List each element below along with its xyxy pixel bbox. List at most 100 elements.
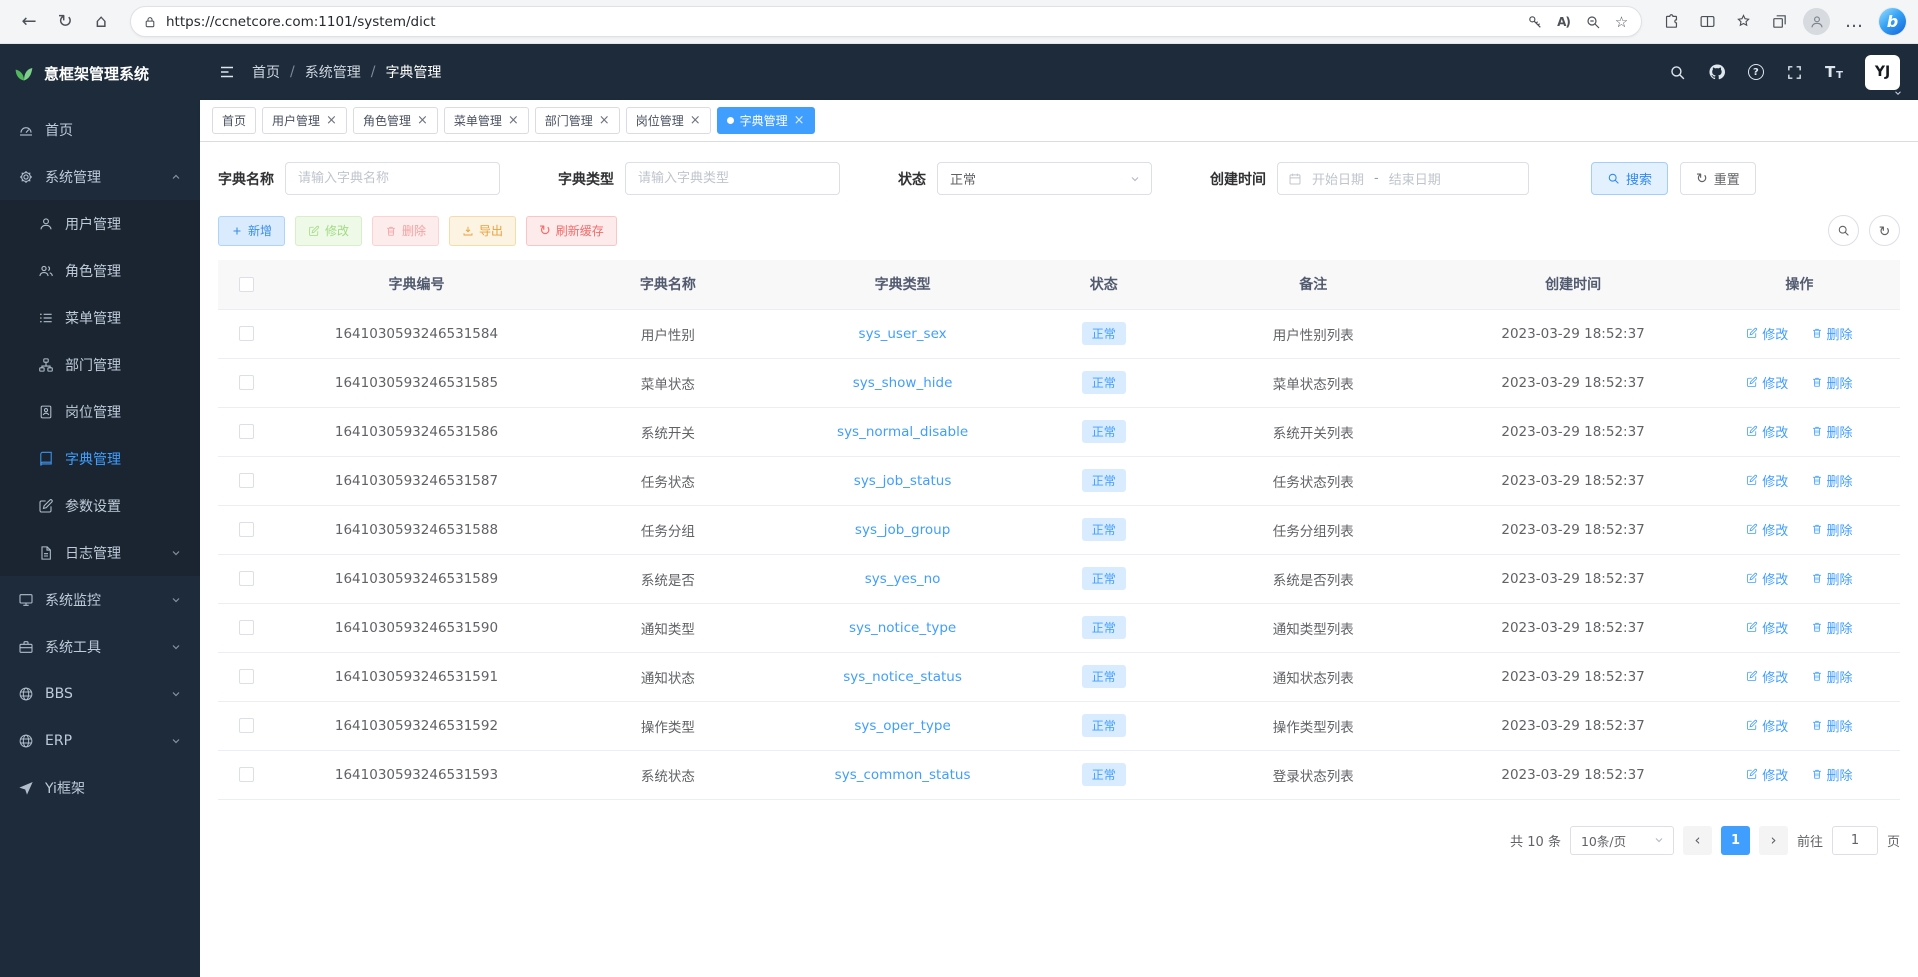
reset-button[interactable]: ↻ 重置 bbox=[1680, 162, 1756, 195]
row-edit-button[interactable]: 修改 bbox=[1746, 520, 1788, 539]
split-screen-icon[interactable] bbox=[1690, 5, 1724, 39]
add-button[interactable]: 新增 bbox=[218, 216, 285, 246]
edit-button[interactable]: 修改 bbox=[295, 216, 362, 246]
breadcrumb-item-home[interactable]: 首页 bbox=[252, 62, 280, 82]
row-delete-button[interactable]: 删除 bbox=[1811, 667, 1853, 686]
dict-type-link[interactable]: sys_common_status bbox=[835, 767, 971, 783]
row-delete-button[interactable]: 删除 bbox=[1811, 765, 1853, 784]
sidebar-toggle-icon[interactable] bbox=[218, 63, 236, 81]
row-checkbox[interactable] bbox=[239, 571, 254, 586]
row-edit-button[interactable]: 修改 bbox=[1746, 569, 1788, 588]
password-key-icon[interactable] bbox=[1521, 8, 1548, 35]
dict-name-input[interactable] bbox=[285, 162, 500, 195]
sidebar-item-yi-framework[interactable]: Yi框架 bbox=[0, 764, 200, 811]
row-delete-button[interactable]: 删除 bbox=[1811, 569, 1853, 588]
sidebar-item-bbs[interactable]: BBS bbox=[0, 670, 200, 717]
sidebar-item-param-settings[interactable]: 参数设置 bbox=[0, 482, 200, 529]
sidebar-item-role-mgmt[interactable]: 角色管理 bbox=[0, 247, 200, 294]
row-checkbox[interactable] bbox=[239, 767, 254, 782]
browser-more-icon[interactable]: … bbox=[1837, 5, 1871, 39]
browser-profile-avatar[interactable] bbox=[1803, 8, 1830, 35]
tab-close-icon[interactable]: × bbox=[794, 114, 805, 127]
row-delete-button[interactable]: 删除 bbox=[1811, 520, 1853, 539]
tab-close-icon[interactable]: × bbox=[326, 114, 337, 127]
sidebar-item-system-tools[interactable]: 系统工具 bbox=[0, 623, 200, 670]
row-edit-button[interactable]: 修改 bbox=[1746, 373, 1788, 392]
dict-type-link[interactable]: sys_normal_disable bbox=[837, 424, 968, 440]
browser-home-icon[interactable]: ⌂ bbox=[84, 5, 118, 39]
row-delete-button[interactable]: 删除 bbox=[1811, 471, 1853, 490]
row-edit-button[interactable]: 修改 bbox=[1746, 667, 1788, 686]
date-range-picker[interactable]: 开始日期 - 结束日期 bbox=[1277, 162, 1529, 195]
dict-type-link[interactable]: sys_user_sex bbox=[859, 326, 947, 342]
dict-type-link[interactable]: sys_job_group bbox=[855, 522, 950, 538]
browser-back-icon[interactable]: ← bbox=[12, 5, 46, 39]
github-icon[interactable] bbox=[1708, 63, 1726, 81]
goto-page-input[interactable] bbox=[1832, 826, 1878, 855]
sidebar-item-erp[interactable]: ERP bbox=[0, 717, 200, 764]
row-delete-button[interactable]: 删除 bbox=[1811, 716, 1853, 735]
dict-type-link[interactable]: sys_yes_no bbox=[865, 571, 941, 587]
tab-user-mgmt[interactable]: 用户管理 × bbox=[262, 107, 347, 134]
dict-type-input[interactable] bbox=[625, 162, 840, 195]
add-favorite-star-icon[interactable]: ☆ bbox=[1608, 8, 1635, 35]
sidebar-item-log-mgmt[interactable]: 日志管理 bbox=[0, 529, 200, 576]
row-edit-button[interactable]: 修改 bbox=[1746, 471, 1788, 490]
row-checkbox[interactable] bbox=[239, 424, 254, 439]
collections-icon[interactable] bbox=[1762, 5, 1796, 39]
row-checkbox[interactable] bbox=[239, 473, 254, 488]
font-size-icon[interactable]: TT bbox=[1825, 63, 1843, 81]
tab-dict-mgmt[interactable]: 字典管理 × bbox=[717, 107, 815, 134]
row-checkbox[interactable] bbox=[239, 620, 254, 635]
dict-type-link[interactable]: sys_show_hide bbox=[853, 375, 953, 391]
row-checkbox[interactable] bbox=[239, 326, 254, 341]
browser-refresh-icon[interactable]: ↻ bbox=[48, 5, 82, 39]
select-all-checkbox[interactable] bbox=[239, 277, 254, 292]
search-button[interactable]: 搜索 bbox=[1591, 162, 1668, 195]
tab-role-mgmt[interactable]: 角色管理 × bbox=[353, 107, 438, 134]
breadcrumb-item-system[interactable]: 系统管理 bbox=[305, 62, 361, 82]
header-search-icon[interactable] bbox=[1669, 64, 1686, 81]
fullscreen-icon[interactable] bbox=[1786, 64, 1803, 81]
tab-close-icon[interactable]: × bbox=[690, 114, 701, 127]
page-size-select[interactable]: 10条/页 bbox=[1570, 826, 1674, 855]
tab-post-mgmt[interactable]: 岗位管理 × bbox=[626, 107, 711, 134]
row-checkbox[interactable] bbox=[239, 669, 254, 684]
export-button[interactable]: 导出 bbox=[449, 216, 516, 246]
sidebar-item-dict-mgmt[interactable]: 字典管理 bbox=[0, 435, 200, 482]
row-checkbox[interactable] bbox=[239, 375, 254, 390]
dict-type-link[interactable]: sys_notice_type bbox=[849, 620, 956, 636]
sidebar-item-system-mgmt[interactable]: 系统管理 bbox=[0, 153, 200, 200]
tab-close-icon[interactable]: × bbox=[508, 114, 519, 127]
row-edit-button[interactable]: 修改 bbox=[1746, 716, 1788, 735]
bing-copilot-icon[interactable]: b bbox=[1879, 8, 1906, 35]
row-delete-button[interactable]: 删除 bbox=[1811, 324, 1853, 343]
status-select[interactable]: 正常 bbox=[937, 162, 1152, 195]
prev-page-button[interactable]: ‹ bbox=[1683, 826, 1712, 855]
start-date-placeholder[interactable]: 开始日期 bbox=[1312, 169, 1364, 188]
tab-close-icon[interactable]: × bbox=[417, 114, 428, 127]
next-page-button[interactable]: › bbox=[1759, 826, 1788, 855]
sidebar-item-dept-mgmt[interactable]: 部门管理 bbox=[0, 341, 200, 388]
sidebar-item-user-mgmt[interactable]: 用户管理 bbox=[0, 200, 200, 247]
row-edit-button[interactable]: 修改 bbox=[1746, 618, 1788, 637]
tab-home[interactable]: 首页 bbox=[212, 107, 256, 134]
dict-type-link[interactable]: sys_notice_status bbox=[843, 669, 962, 685]
tab-dept-mgmt[interactable]: 部门管理 × bbox=[535, 107, 620, 134]
refresh-cache-button[interactable]: ↻刷新缓存 bbox=[526, 216, 617, 246]
sidebar-item-system-monitor[interactable]: 系统监控 bbox=[0, 576, 200, 623]
dict-type-link[interactable]: sys_oper_type bbox=[854, 718, 950, 734]
zoom-out-icon[interactable] bbox=[1579, 8, 1606, 35]
row-delete-button[interactable]: 删除 bbox=[1811, 422, 1853, 441]
sidebar-item-post-mgmt[interactable]: 岗位管理 bbox=[0, 388, 200, 435]
user-avatar-logo[interactable]: YJ bbox=[1865, 55, 1900, 90]
dict-type-link[interactable]: sys_job_status bbox=[854, 473, 952, 489]
address-bar[interactable]: https://ccnetcore.com:1101/system/dict A… bbox=[130, 6, 1642, 37]
toggle-search-button[interactable] bbox=[1828, 215, 1859, 246]
row-edit-button[interactable]: 修改 bbox=[1746, 422, 1788, 441]
row-checkbox[interactable] bbox=[239, 522, 254, 537]
row-delete-button[interactable]: 删除 bbox=[1811, 618, 1853, 637]
sidebar-item-home[interactable]: 首页 bbox=[0, 106, 200, 153]
tab-close-icon[interactable]: × bbox=[599, 114, 610, 127]
read-aloud-icon[interactable]: A) bbox=[1550, 8, 1577, 35]
